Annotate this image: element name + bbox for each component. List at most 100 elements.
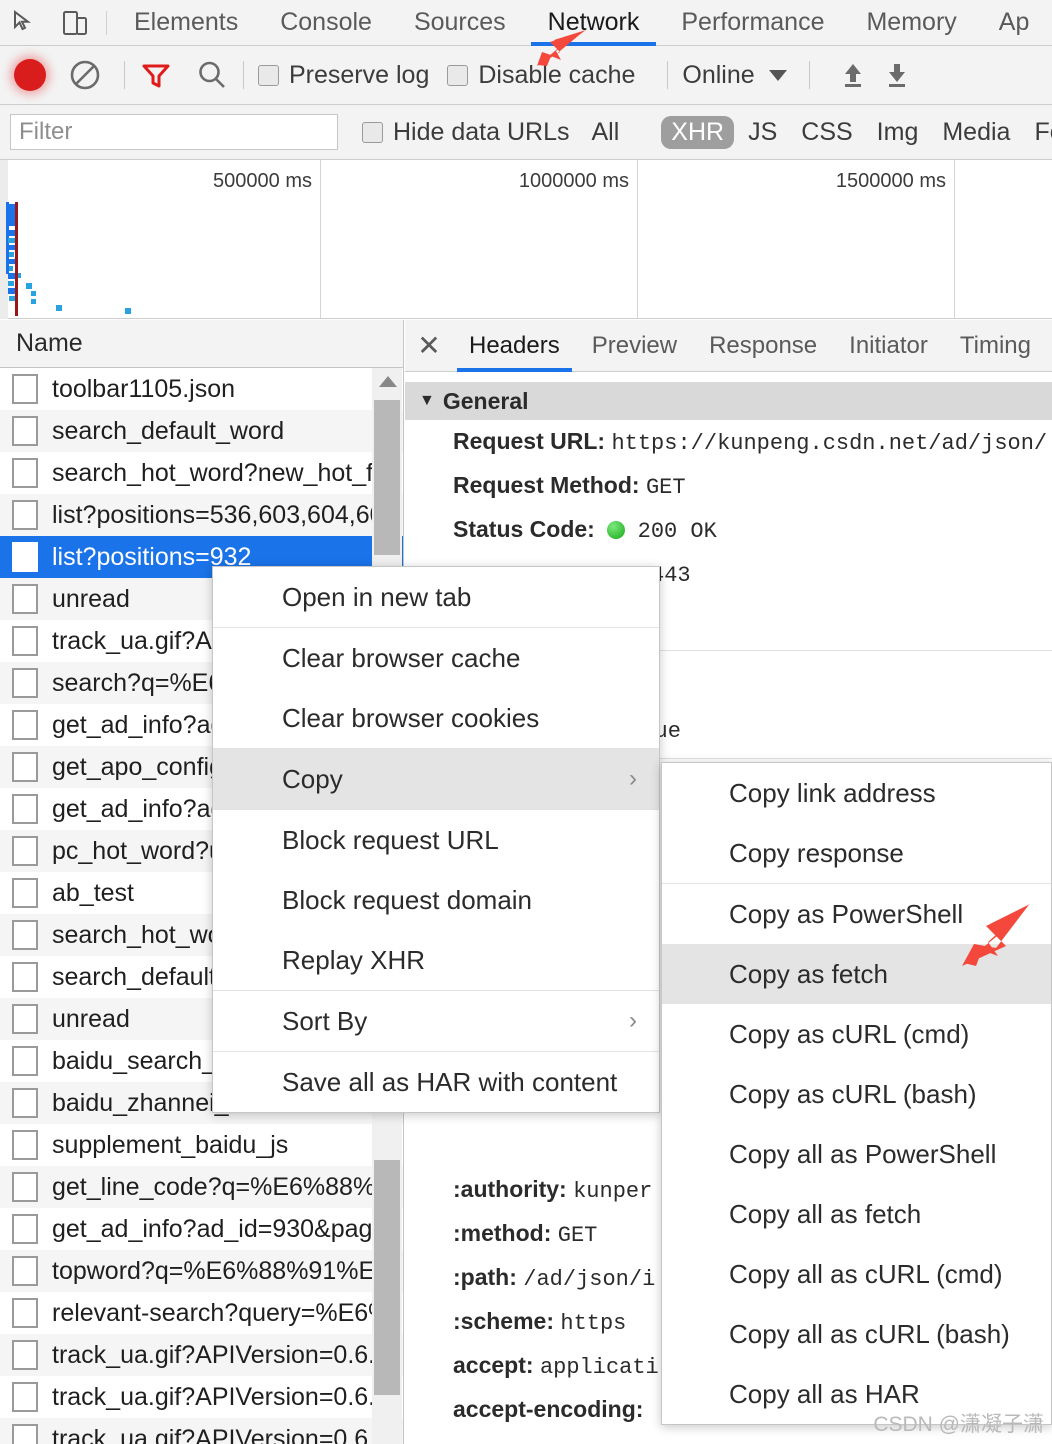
section-header-general[interactable]: ▼ General (405, 382, 1052, 420)
request-name: get_apo_config (52, 752, 223, 781)
tab-label: Initiator (849, 331, 928, 359)
request-name: track_ua.gif?APIVersion=0.6.0. (52, 1340, 396, 1369)
table-row[interactable]: get_line_code?q=%E6%88%9. (0, 1166, 403, 1208)
tab-label: Headers (469, 331, 560, 359)
table-row[interactable]: search_hot_word?new_hot_fla (0, 452, 403, 494)
filter-type-css[interactable]: CSS (791, 116, 862, 149)
menu-item-label: Block request domain (282, 884, 533, 915)
search-icon[interactable] (195, 58, 229, 92)
import-har-icon[interactable] (838, 60, 868, 90)
menu-item-copy[interactable]: Copy › (213, 749, 659, 809)
table-row[interactable]: track_ua.gif?APIVersion=0.6.0. (0, 1376, 403, 1418)
device-toolbar-icon[interactable] (50, 0, 100, 46)
row-checkbox-icon (12, 500, 38, 530)
tab-initiator[interactable]: Initiator (833, 320, 944, 372)
menu-item-block-request-url[interactable]: Block request URL (213, 810, 659, 870)
general-row-status-code: Status Code: 200 OK (453, 516, 717, 544)
menu-item-open-in-new-tab[interactable]: Open in new tab (213, 567, 659, 627)
menu-item-label: Copy all as HAR (729, 1378, 920, 1409)
filter-type-img[interactable]: Img (867, 116, 929, 149)
filter-type-font[interactable]: Font (1024, 116, 1052, 149)
filter-type-all[interactable]: All (581, 116, 629, 149)
request-header-path: :path: /ad/json/i (453, 1264, 655, 1292)
menu-item-copy-link-address[interactable]: Copy link address (662, 763, 1051, 823)
copy-submenu[interactable]: Copy link address Copy response Copy as … (661, 762, 1052, 1425)
filter-type-xhr[interactable]: XHR (661, 115, 735, 149)
tab-memory[interactable]: Memory (845, 0, 977, 46)
table-row[interactable]: track_ua.gif?APIVersion=0.6.0. (0, 1334, 403, 1376)
request-header-accept-encoding: accept-encoding: (453, 1396, 643, 1424)
tab-elements[interactable]: Elements (113, 0, 259, 46)
filter-funnel-icon[interactable] (139, 58, 173, 92)
checkbox-box[interactable] (258, 64, 279, 86)
kv-key: :method: (453, 1220, 552, 1246)
request-name: search_default_word (52, 416, 285, 445)
menu-item-copy-all-as-curl-bash[interactable]: Copy all as cURL (bash) (662, 1304, 1051, 1364)
menu-item-label: Clear browser cookies (282, 702, 540, 733)
filter-type-media[interactable]: Media (932, 116, 1020, 149)
menu-item-replay-xhr[interactable]: Replay XHR (213, 930, 659, 990)
tab-sources[interactable]: Sources (393, 0, 527, 46)
tab-label: Performance (681, 8, 825, 36)
tab-response[interactable]: Response (693, 320, 833, 372)
menu-item-copy-response[interactable]: Copy response (662, 823, 1051, 883)
table-row[interactable]: toolbar1105.json (0, 368, 403, 410)
menu-item-block-request-domain[interactable]: Block request domain (213, 870, 659, 930)
menu-item-clear-browser-cache[interactable]: Clear browser cache (213, 628, 659, 688)
red-arrow-pointing-network-tab (520, 26, 590, 75)
menu-item-copy-all-as-powershell[interactable]: Copy all as PowerShell (662, 1124, 1051, 1184)
menu-item-copy-all-as-curl-cmd[interactable]: Copy all as cURL (cmd) (662, 1244, 1051, 1304)
tab-console[interactable]: Console (259, 0, 393, 46)
network-overview-timeline[interactable]: 500000 ms 1000000 ms 1500000 ms (0, 160, 1052, 319)
table-row[interactable]: get_ad_info?ad_id=930&page (0, 1208, 403, 1250)
triangle-down-icon: ▼ (419, 392, 435, 409)
table-row[interactable]: track_ua.gif?APIVersion=0.6.0 (0, 1418, 403, 1444)
menu-item-sort-by[interactable]: Sort By › (213, 991, 659, 1051)
tab-timing[interactable]: Timing (944, 320, 1047, 372)
tab-performance[interactable]: Performance (660, 0, 845, 46)
tab-label: Preview (591, 331, 678, 359)
tab-headers[interactable]: Headers (453, 320, 576, 372)
network-filter-bar: Hide data URLs All XHR JS CSS Img Media … (0, 105, 1052, 160)
menu-item-label: Copy all as cURL (bash) (729, 1318, 1010, 1349)
menu-item-clear-browser-cookies[interactable]: Clear browser cookies (213, 688, 659, 748)
close-icon[interactable]: ✕ (405, 320, 453, 372)
request-header-authority: :authority: kunper (453, 1176, 652, 1204)
checkbox-box[interactable] (447, 64, 469, 86)
scroll-up-arrow-icon[interactable] (379, 376, 397, 387)
menu-item-label: Copy response (729, 837, 904, 868)
table-row[interactable]: supplement_baidu_js (0, 1124, 403, 1166)
details-tabstrip: ✕ Headers Preview Response Initiator Tim… (405, 320, 1052, 372)
tab-application[interactable]: Ap (978, 0, 1051, 46)
inspect-element-icon[interactable] (0, 0, 50, 46)
export-har-icon[interactable] (882, 60, 912, 90)
hide-data-urls-checkbox[interactable]: Hide data URLs (362, 118, 569, 147)
menu-item-save-all-as-har-with-content[interactable]: Save all as HAR with content (213, 1052, 659, 1112)
scrollbar-thumb[interactable] (374, 400, 400, 555)
table-row[interactable]: relevant-search?query=%E6% (0, 1292, 403, 1334)
menu-item-label: Replay XHR (282, 944, 426, 975)
filter-input[interactable] (10, 114, 338, 150)
table-row[interactable]: topword?q=%E6%88%91%E4. (0, 1250, 403, 1292)
throttling-select-value[interactable]: Online (682, 61, 754, 90)
scrollbar-thumb-lower[interactable] (374, 1160, 400, 1395)
table-row[interactable]: list?positions=536,603,604,60. (0, 494, 403, 536)
menu-item-copy-as-curl-cmd[interactable]: Copy as cURL (cmd) (662, 1004, 1051, 1064)
record-button-icon[interactable] (14, 59, 46, 91)
context-menu[interactable]: Open in new tab Clear browser cache Clea… (212, 566, 660, 1113)
table-row[interactable]: search_default_word (0, 410, 403, 452)
tab-preview[interactable]: Preview (576, 320, 693, 372)
column-header-label: Name (16, 329, 83, 357)
clear-icon[interactable] (68, 58, 102, 92)
row-checkbox-icon (12, 752, 38, 782)
menu-item-copy-all-as-fetch[interactable]: Copy all as fetch (662, 1184, 1051, 1244)
section-title: General (442, 387, 529, 414)
general-row-request-url: Request URL: https://kunpeng.csdn.net/ad… (453, 428, 1047, 456)
menu-item-copy-as-curl-bash[interactable]: Copy as cURL (bash) (662, 1064, 1051, 1124)
requests-column-header-name[interactable]: Name (0, 320, 404, 368)
preserve-log-checkbox[interactable]: Preserve log (258, 61, 429, 90)
filter-type-js[interactable]: JS (738, 116, 787, 149)
request-name: ab_test (52, 878, 135, 907)
checkbox-box[interactable] (362, 121, 383, 143)
chevron-down-icon[interactable] (768, 69, 787, 81)
